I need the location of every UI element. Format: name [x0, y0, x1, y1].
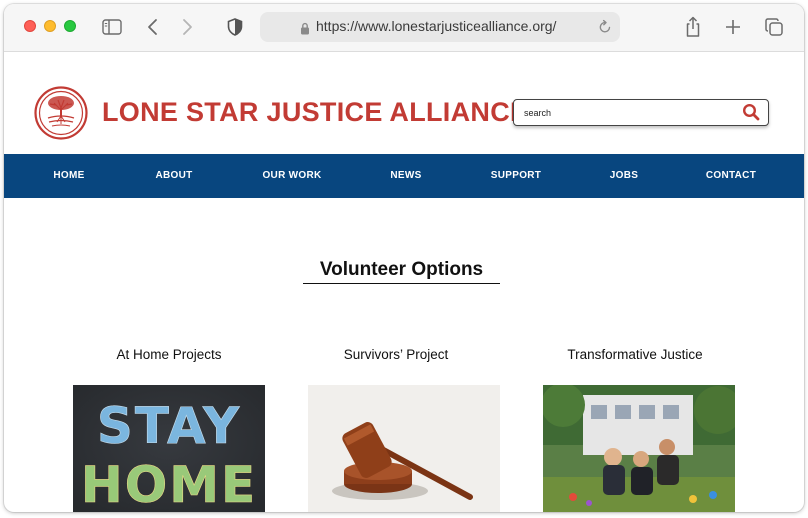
nav-item-contact[interactable]: CONTACT [706, 154, 756, 198]
close-window-button[interactable] [24, 20, 36, 32]
browser-window: https://www.lonestarjusticealliance.org/ [4, 4, 804, 512]
site-title[interactable]: LONE STAR JUSTICE ALLIANCE [102, 97, 528, 128]
zoom-window-button[interactable] [64, 20, 76, 32]
privacy-shield-icon[interactable] [227, 16, 243, 38]
nav-item-support[interactable]: SUPPORT [491, 154, 541, 198]
main-navigation: HOME ABOUT OUR WORK NEWS SUPPORT JOBS CO… [4, 154, 804, 198]
home-chalk-text: HOME [81, 456, 257, 512]
tab-overview-icon[interactable] [765, 16, 783, 38]
lock-icon [300, 20, 310, 39]
transformative-justice-image[interactable] [543, 385, 735, 512]
sidebar-toggle-icon[interactable] [102, 16, 122, 38]
new-tab-plus-icon[interactable] [725, 16, 741, 38]
site-logo[interactable] [34, 86, 88, 140]
address-bar[interactable]: https://www.lonestarjusticealliance.org/ [260, 12, 620, 42]
stay-home-image[interactable]: STAY HOME [73, 385, 265, 512]
nav-item-news[interactable]: NEWS [390, 154, 421, 198]
search-box [513, 99, 769, 126]
card-title-transformative[interactable]: Transformative Justice [515, 347, 755, 362]
browser-toolbar: https://www.lonestarjusticealliance.org/ [4, 4, 804, 52]
search-input[interactable] [524, 104, 724, 122]
back-arrow-icon[interactable] [147, 16, 159, 38]
gavel-image[interactable] [308, 385, 500, 512]
reload-icon[interactable] [598, 19, 612, 38]
stay-chalk-text: STAY [97, 397, 241, 455]
nav-item-home[interactable]: HOME [53, 154, 84, 198]
nav-item-our-work[interactable]: OUR WORK [262, 154, 321, 198]
nav-item-jobs[interactable]: JOBS [610, 154, 638, 198]
page-heading: Volunteer Options [303, 259, 500, 284]
card-title-survivors[interactable]: Survivors’ Project [276, 347, 516, 362]
search-icon[interactable] [742, 103, 760, 125]
minimize-window-button[interactable] [44, 20, 56, 32]
forward-arrow-icon[interactable] [181, 16, 193, 38]
share-icon[interactable] [684, 16, 702, 38]
url-text: https://www.lonestarjusticealliance.org/ [316, 18, 557, 34]
card-title-at-home[interactable]: At Home Projects [49, 347, 289, 362]
nav-item-about[interactable]: ABOUT [155, 154, 192, 198]
